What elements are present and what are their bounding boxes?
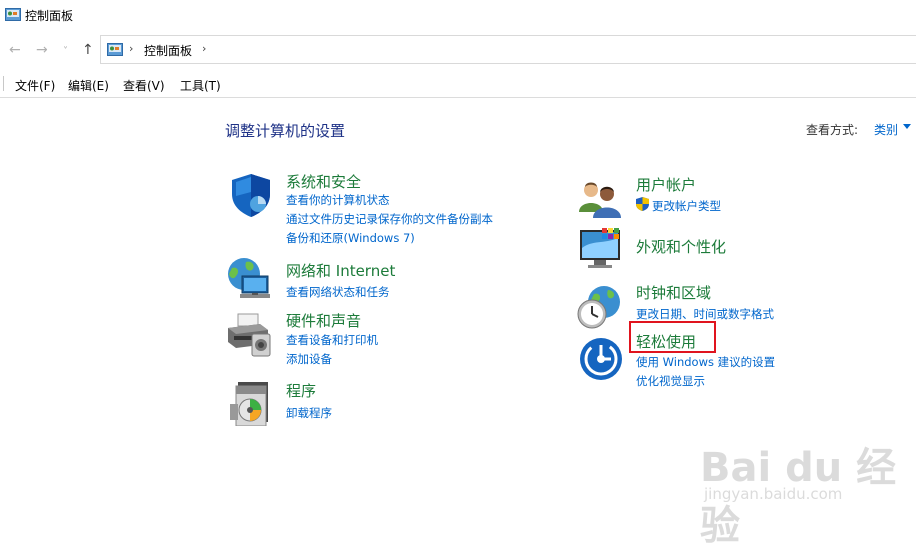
up-arrow-icon[interactable]: ↑ — [82, 43, 94, 57]
category-system-security[interactable]: 系统和安全 — [286, 171, 361, 192]
shield-icon[interactable] — [228, 172, 274, 218]
watermark: Bai du 经验 jingyan.baidu.com — [700, 425, 900, 549]
address-bar[interactable]: › 控制面板 › — [100, 35, 916, 64]
category-appearance-personalization[interactable]: 外观和个性化 — [636, 236, 726, 257]
title-bar: 控制面板 — [0, 0, 916, 30]
forward-arrow-icon[interactable]: → — [36, 43, 48, 57]
link-optimize-visual-display[interactable]: 优化视觉显示 — [636, 373, 705, 389]
control-panel-icon — [107, 43, 123, 56]
category-clock-region[interactable]: 时钟和区域 — [636, 282, 711, 303]
breadcrumb-chevron-icon[interactable]: › — [202, 42, 206, 55]
link-file-history-backup[interactable]: 通过文件历史记录保存你的文件备份副本 — [286, 211, 493, 227]
link-change-date-time-format[interactable]: 更改日期、时间或数字格式 — [636, 306, 774, 322]
monitor-icon[interactable] — [578, 226, 624, 272]
link-add-device[interactable]: 添加设备 — [286, 351, 332, 367]
dropdown-arrow-icon[interactable] — [903, 124, 911, 129]
ease-of-access-icon[interactable] — [578, 336, 624, 382]
category-programs[interactable]: 程序 — [286, 380, 316, 401]
view-by-label: 查看方式: — [806, 123, 859, 137]
clock-globe-icon[interactable] — [576, 284, 622, 330]
view-by-dropdown[interactable]: 类别 — [874, 121, 898, 138]
menu-file[interactable]: 文件(F) — [15, 77, 55, 94]
users-icon[interactable] — [577, 176, 623, 222]
link-windows-suggested-settings[interactable]: 使用 Windows 建议的设置 — [636, 354, 775, 370]
link-backup-restore[interactable]: 备份和还原(Windows 7) — [286, 230, 415, 246]
recent-locations-chevron-icon[interactable]: ˅ — [63, 45, 68, 59]
network-icon[interactable] — [226, 256, 272, 302]
menu-edit[interactable]: 编辑(E) — [68, 77, 109, 94]
control-panel-icon — [5, 8, 21, 21]
link-network-status[interactable]: 查看网络状态和任务 — [286, 284, 390, 300]
breadcrumb-control-panel[interactable]: 控制面板 — [144, 42, 192, 59]
menu-bar: 文件(F) 编辑(E) 查看(V) 工具(T) — [0, 70, 916, 98]
highlight-annotation — [629, 321, 716, 353]
link-change-account-type[interactable]: 更改帐户类型 — [652, 198, 721, 214]
back-arrow-icon[interactable]: ← — [9, 43, 21, 57]
link-view-computer-status[interactable]: 查看你的计算机状态 — [286, 192, 390, 208]
menu-view[interactable]: 查看(V) — [123, 77, 165, 94]
page-title: 调整计算机的设置 — [225, 122, 346, 140]
printer-icon[interactable] — [226, 312, 272, 358]
window-title: 控制面板 — [25, 9, 74, 23]
watermark-url: jingyan.baidu.com — [704, 485, 843, 503]
link-devices-printers[interactable]: 查看设备和打印机 — [286, 332, 378, 348]
breadcrumb-chevron-icon[interactable]: › — [129, 42, 133, 55]
category-network-internet[interactable]: 网络和 Internet — [286, 260, 395, 281]
menu-tools[interactable]: 工具(T) — [180, 77, 221, 94]
menu-grip — [3, 76, 4, 91]
uac-shield-icon — [636, 197, 649, 211]
category-hardware-sound[interactable]: 硬件和声音 — [286, 310, 361, 331]
programs-icon[interactable] — [228, 380, 274, 426]
category-user-accounts[interactable]: 用户帐户 — [636, 174, 696, 195]
link-uninstall-program[interactable]: 卸载程序 — [286, 405, 332, 421]
